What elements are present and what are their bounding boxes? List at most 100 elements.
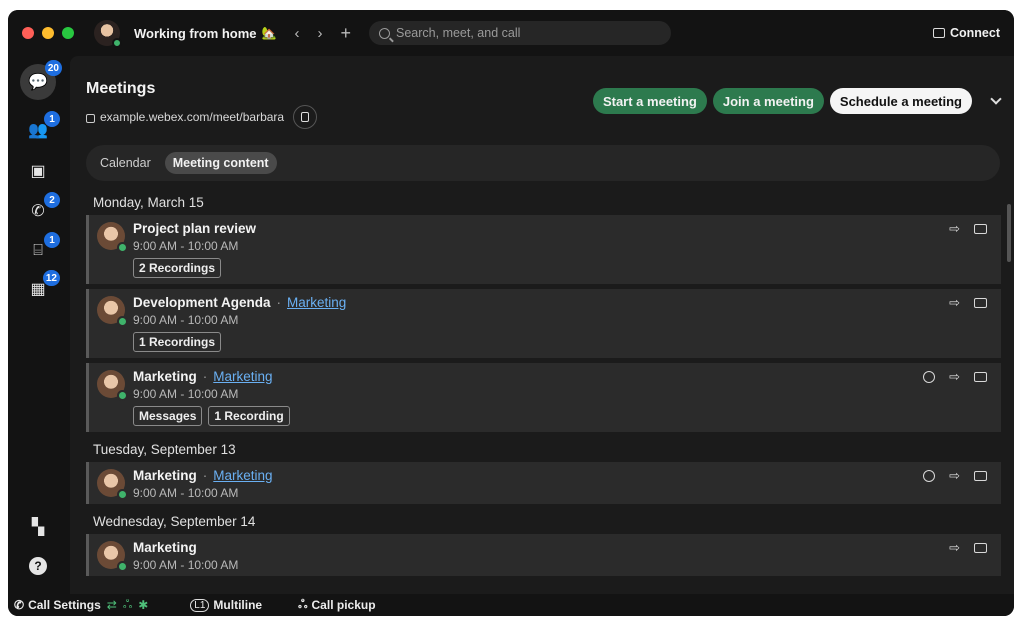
messages-chip[interactable]: Messages [133, 406, 203, 426]
connect-icon [933, 28, 945, 38]
back-arrow-icon[interactable]: ‹ [295, 25, 300, 42]
row-actions: ⇨ [949, 541, 987, 554]
meeting-title-text: Development Agenda [133, 295, 271, 310]
new-action-plus-icon[interactable]: + [341, 23, 352, 44]
minimize-window-button[interactable] [42, 27, 54, 39]
call-settings-button[interactable]: ✆ Call Settings [14, 598, 101, 612]
share-arrow-icon[interactable]: ⇨ [949, 296, 960, 309]
list-scrollbar[interactable] [1007, 204, 1011, 262]
share-arrow-icon[interactable]: ⇨ [949, 541, 960, 554]
forward-arrow-icon[interactable]: › [318, 25, 323, 42]
history-navigation: ‹ › [295, 25, 323, 42]
space-link[interactable]: Marketing [213, 468, 272, 483]
title-bar: Working from home 🏡 ‹ › + Search, meet, … [8, 10, 1014, 56]
search-icon [379, 27, 391, 39]
call-share-icon[interactable]: ஃ [123, 597, 132, 613]
meeting-link-text[interactable]: example.webex.com/meet/barbara [100, 110, 284, 124]
meeting-time: 9:00 AM - 10:00 AM [133, 313, 239, 327]
content-chips: 2 Recordings [133, 258, 222, 278]
host-avatar [97, 296, 128, 327]
calls-badge: 2 [44, 192, 60, 208]
call-pickup-button[interactable]: ஃ Call pickup [298, 597, 375, 613]
presence-dot [117, 390, 128, 401]
meeting-title: Development Agenda · Marketing [133, 295, 346, 310]
rail-messaging[interactable]: 💬 20 [20, 60, 62, 100]
open-window-icon[interactable] [974, 224, 987, 234]
host-avatar [97, 222, 128, 253]
calling-status-bar: ✆ Call Settings ⇄ ஃ ✱ L1 Multiline ஃ Cal… [8, 594, 1014, 616]
share-arrow-icon[interactable]: ⇨ [949, 370, 960, 383]
personal-room-link: example.webex.com/meet/barbara [86, 105, 318, 129]
rail-teams[interactable]: 👥 1 [26, 111, 60, 142]
share-arrow-icon[interactable]: ⇨ [949, 222, 960, 235]
meeting-title-text: Marketing [133, 468, 197, 483]
copy-link-button[interactable] [293, 105, 318, 129]
recordings-chip[interactable]: 1 Recording [208, 406, 290, 426]
call-forward-icon[interactable]: ⇄ [107, 598, 117, 612]
tab-calendar[interactable]: Calendar [100, 156, 151, 170]
meeting-title-text: Marketing [133, 369, 197, 384]
chat-bubble-icon[interactable] [923, 371, 936, 383]
meeting-row[interactable]: Marketing · Marketing 9:00 AM - 10:00 AM… [86, 363, 1001, 432]
rail-help[interactable]: ? [26, 554, 50, 578]
connect-button[interactable]: Connect [933, 26, 1000, 40]
rail-contacts[interactable]: ▣ [26, 159, 50, 183]
content-chips: Messages 1 Recording [133, 406, 290, 426]
date-header: Monday, March 15 [93, 195, 204, 210]
schedule-meeting-button[interactable]: Schedule a meeting [829, 88, 972, 114]
host-avatar [97, 469, 128, 500]
call-pickup-icon: ஃ [298, 597, 308, 611]
space-link[interactable]: Marketing [287, 295, 346, 310]
meeting-title: Project plan review [133, 221, 256, 236]
meeting-row[interactable]: Development Agenda · Marketing 9:00 AM -… [86, 289, 1001, 358]
rail-apps[interactable]: ▚ [26, 515, 50, 539]
join-meeting-button[interactable]: Join a meeting [712, 88, 824, 114]
open-window-icon[interactable] [974, 372, 987, 382]
meeting-time: 9:00 AM - 10:00 AM [133, 486, 239, 500]
tab-meeting-content[interactable]: Meeting content [164, 152, 277, 174]
messaging-icon: 💬 [28, 74, 48, 91]
row-actions: ⇨ [949, 222, 987, 235]
chat-bubble-icon[interactable] [923, 470, 936, 482]
date-header: Tuesday, September 13 [93, 442, 236, 457]
recordings-chip[interactable]: 2 Recordings [133, 258, 222, 278]
meeting-row[interactable]: Marketing · Marketing 9:00 AM - 10:00 AM… [86, 462, 1001, 504]
meeting-row[interactable]: Project plan review 9:00 AM - 10:00 AM 2… [86, 215, 1001, 284]
space-link[interactable]: Marketing [213, 369, 272, 384]
row-actions: ⇨ [923, 370, 987, 383]
meeting-row[interactable]: Marketing 9:00 AM - 10:00 AM ⇨ [86, 534, 1001, 576]
meeting-title: Marketing · Marketing [133, 468, 273, 483]
calls-icon: ✆ [31, 203, 45, 220]
rail-meetings[interactable]: ▦ 12 [26, 270, 60, 301]
close-window-button[interactable] [22, 27, 34, 39]
zoom-window-button[interactable] [62, 27, 74, 39]
presence-dot [117, 489, 128, 500]
host-avatar [97, 370, 128, 401]
open-window-icon[interactable] [974, 471, 987, 481]
call-settings-label: Call Settings [28, 598, 101, 612]
my-avatar[interactable] [94, 20, 122, 48]
open-window-icon[interactable] [974, 543, 987, 553]
meeting-time: 9:00 AM - 10:00 AM [133, 558, 239, 572]
share-arrow-icon[interactable]: ⇨ [949, 469, 960, 482]
content-chips: 1 Recordings [133, 332, 222, 352]
multiline-button[interactable]: L1 Multiline [190, 598, 262, 612]
window-controls [22, 27, 74, 39]
meetings-tab-bar: Calendar Meeting content [86, 145, 1000, 181]
bluetooth-icon[interactable]: ✱ [138, 598, 148, 612]
open-window-icon[interactable] [974, 298, 987, 308]
rail-calls[interactable]: ✆ 2 [26, 192, 60, 223]
search-bar[interactable]: Search, meet, and call [369, 21, 672, 45]
phone-settings-icon: ✆ [14, 598, 25, 612]
rail-voicemail[interactable]: ⌸ 1 [26, 232, 60, 263]
title-separator: · [202, 369, 208, 384]
start-meeting-button[interactable]: Start a meeting [592, 88, 707, 114]
host-avatar [97, 541, 128, 572]
status-text[interactable]: Working from home [134, 26, 257, 41]
recordings-chip[interactable]: 1 Recordings [133, 332, 222, 352]
help-icon: ? [29, 557, 47, 575]
meeting-time: 9:00 AM - 10:00 AM [133, 239, 239, 253]
title-separator: · [276, 295, 282, 310]
chevron-down-icon[interactable] [990, 93, 1002, 105]
voicemail-icon: ⌸ [33, 242, 43, 259]
